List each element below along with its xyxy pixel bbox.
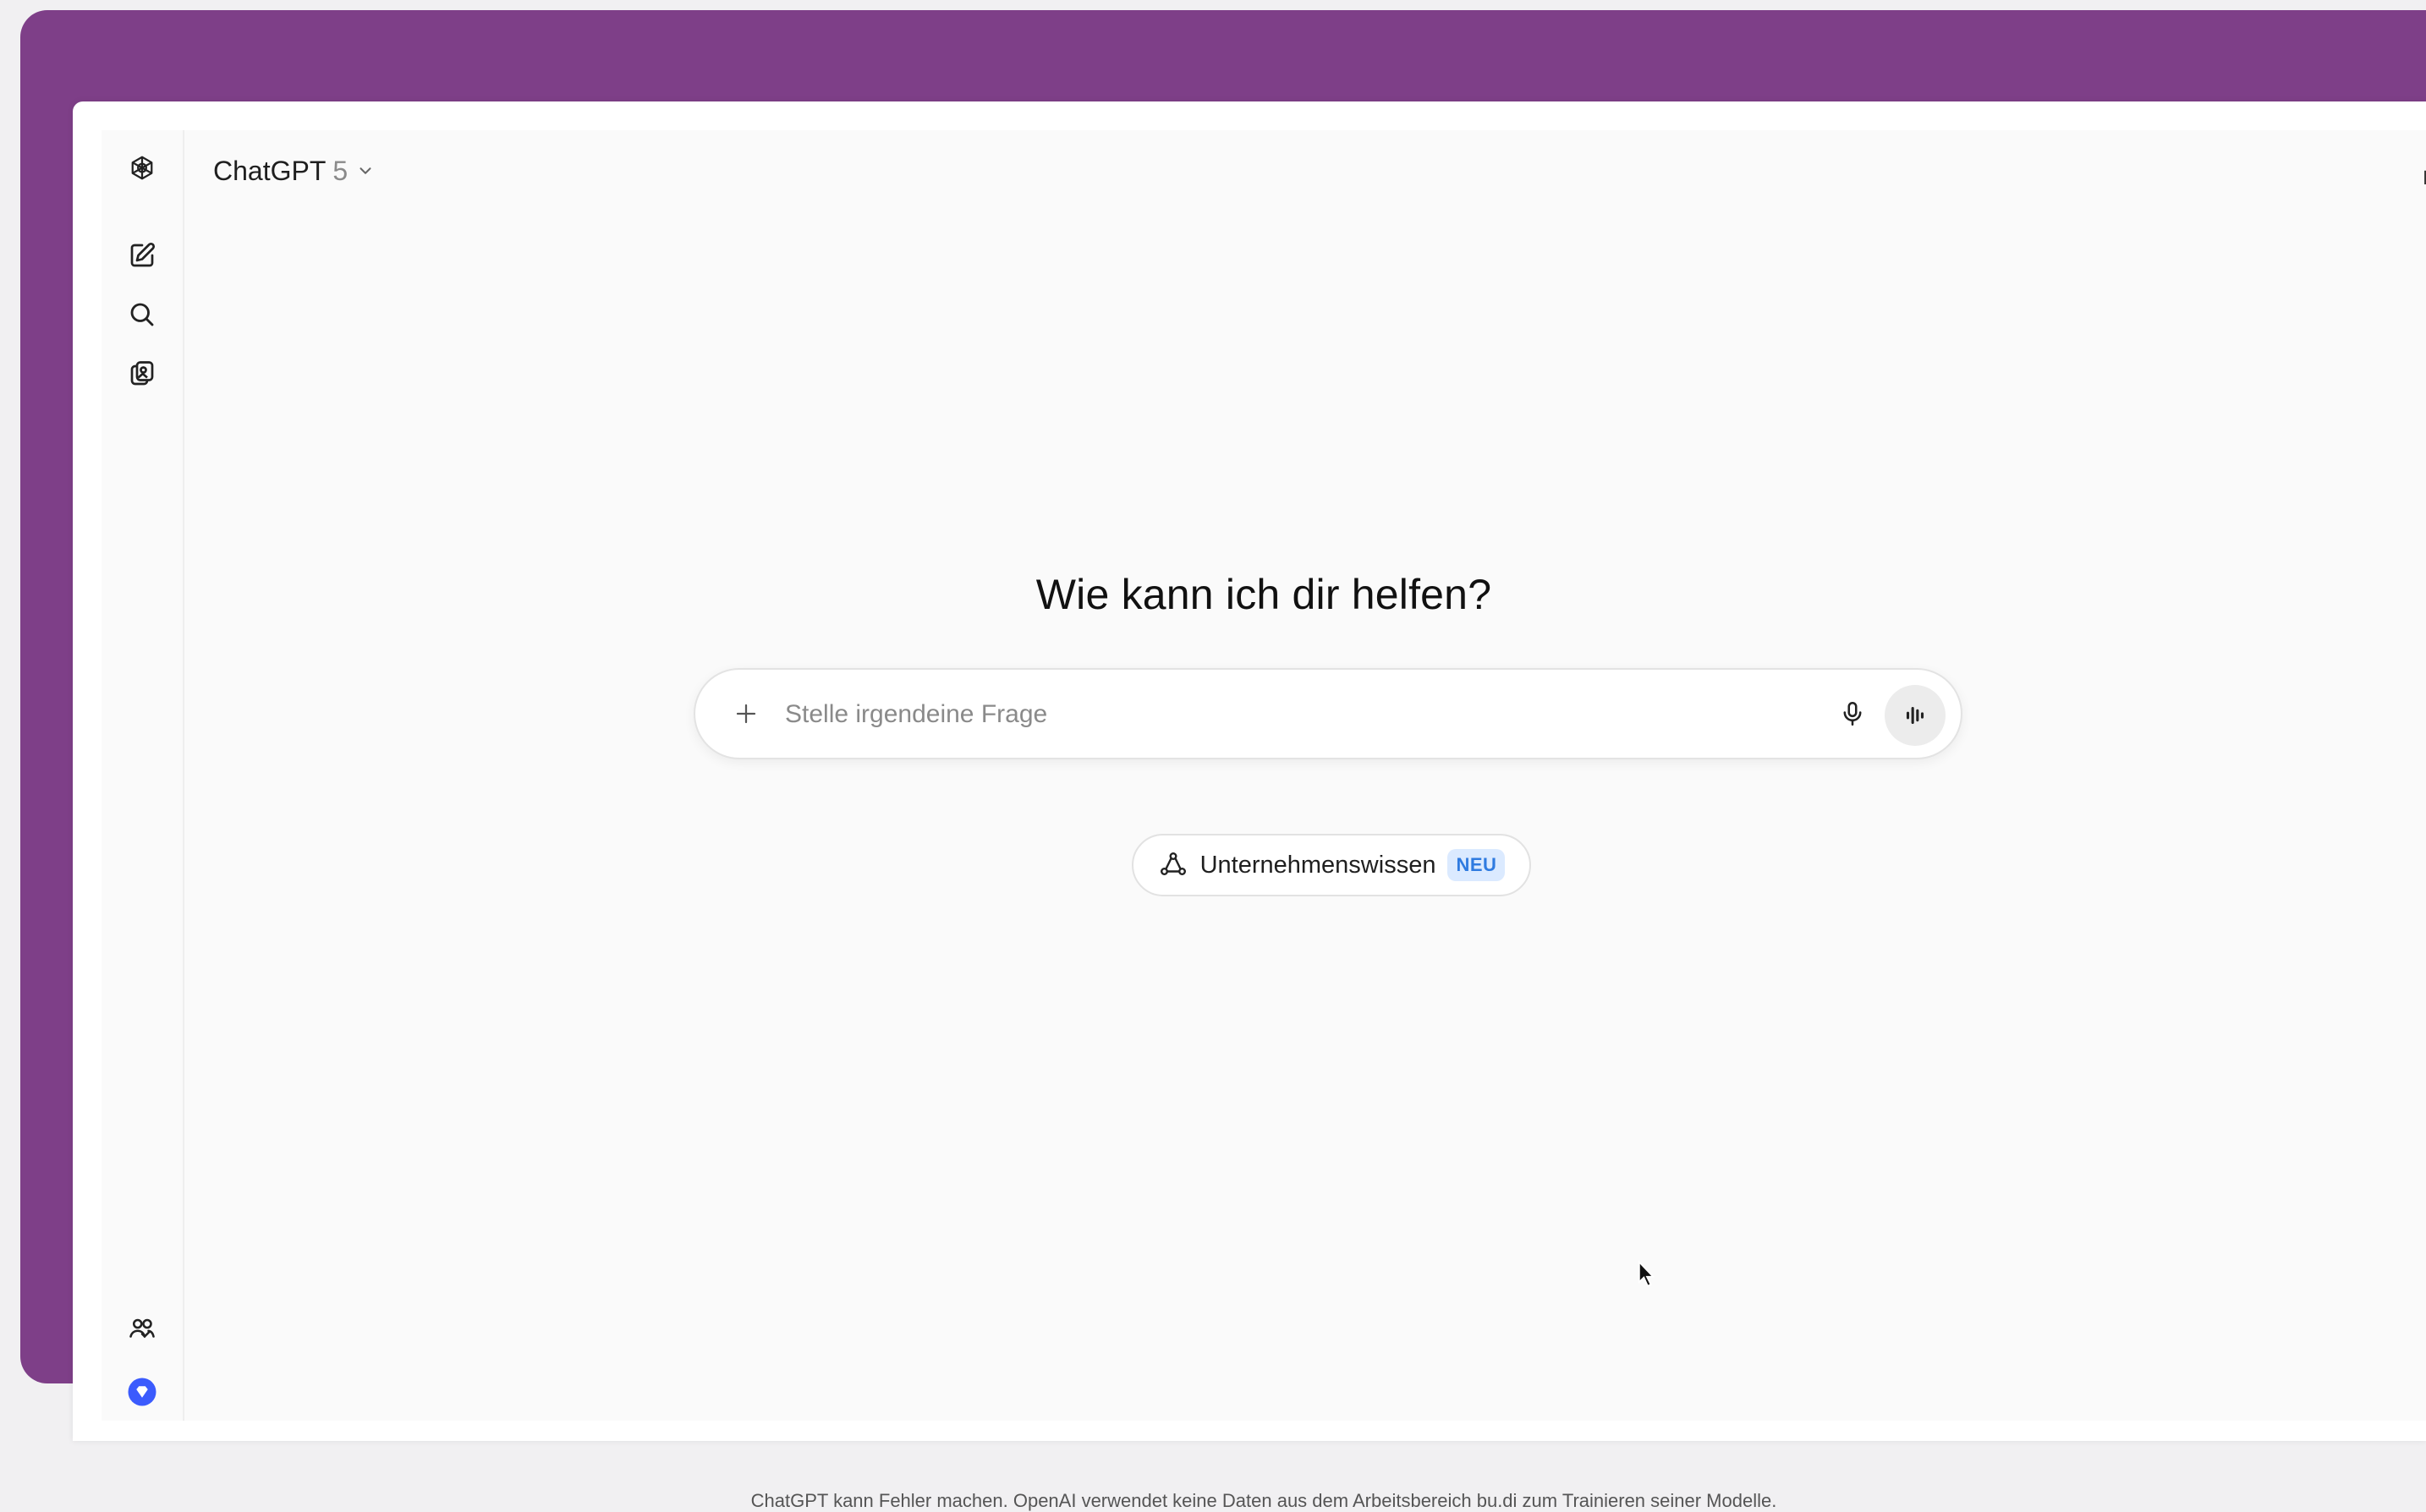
model-version: 5	[332, 155, 349, 186]
new-badge: NEU	[1447, 849, 1506, 881]
chip-label: Unternehmenswissen	[1199, 851, 1436, 879]
gem-icon[interactable]	[120, 1370, 164, 1414]
disclaimer: ChatGPT kann Fehler machen. OpenAI verwe…	[750, 1490, 1777, 1511]
dictate-button[interactable]	[1832, 693, 1873, 734]
company-knowledge-chip[interactable]: Unternehmenswissen NEU	[1132, 834, 1531, 896]
add-attachment-button[interactable]	[726, 693, 766, 734]
team-icon[interactable]	[120, 1306, 164, 1350]
app-window: ChatGPT 5 ❚ Wie kann ich dir helfen?	[73, 101, 2426, 1511]
mouse-cursor-icon	[1638, 1260, 1655, 1287]
search-icon[interactable]	[120, 293, 164, 337]
voice-mode-button[interactable]	[1885, 685, 1946, 746]
microphone-icon	[1843, 701, 1862, 726]
model-selector[interactable]: ChatGPT 5	[213, 147, 375, 194]
composer	[694, 668, 1962, 759]
connectors-icon	[1160, 852, 1186, 876]
new-chat-icon[interactable]	[120, 233, 164, 277]
prompt-input[interactable]	[783, 688, 1785, 741]
openai-logo-icon[interactable]	[120, 147, 164, 191]
model-name: ChatGPT	[213, 155, 327, 186]
voice-waveform-icon	[1906, 706, 1924, 725]
library-icon[interactable]	[120, 352, 164, 396]
page-title: Wie kann ich dir helfen?	[1035, 571, 1492, 618]
chevron-down-icon	[360, 167, 371, 174]
sidebar-rail	[102, 130, 184, 1421]
app-content: ChatGPT 5 ❚ Wie kann ich dir helfen?	[102, 130, 2426, 1511]
plus-icon	[736, 704, 756, 724]
header-edge-icon[interactable]: ❚	[2419, 167, 2426, 184]
